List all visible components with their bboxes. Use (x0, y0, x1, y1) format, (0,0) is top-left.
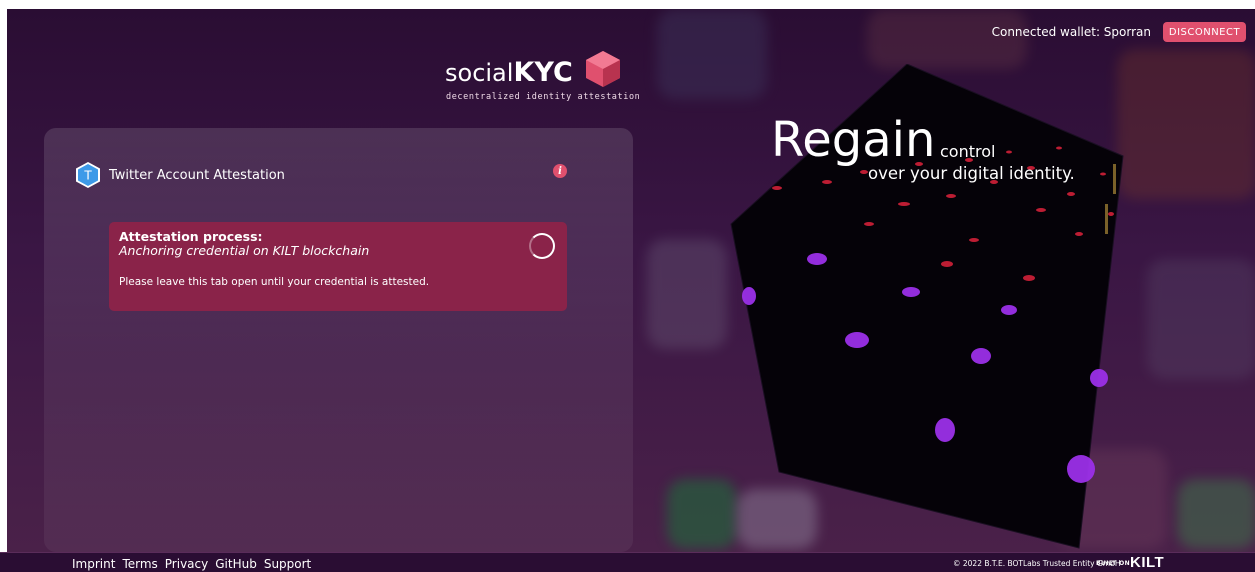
bg-blob (647, 239, 727, 349)
card-title: Twitter Account Attestation (109, 167, 285, 183)
hero-headline-small: control (940, 142, 996, 161)
svg-text:T: T (83, 169, 92, 183)
loading-spinner-icon (529, 233, 555, 259)
bg-blob (1177, 479, 1255, 549)
disconnect-button[interactable]: DISCONNECT (1163, 22, 1246, 42)
built-on-label: BUILT ON (1096, 560, 1131, 567)
footer-link-github[interactable]: GitHub (215, 557, 257, 571)
hero-subline: over your digital identity. (868, 164, 1075, 183)
footer-link-support[interactable]: Support (264, 557, 311, 571)
footer-link-imprint[interactable]: Imprint (72, 557, 115, 571)
process-heading: Attestation process: (119, 229, 263, 244)
footer-links: Imprint Terms Privacy GitHub Support (72, 557, 311, 571)
process-note: Please leave this tab open until your cr… (119, 276, 430, 288)
footer: Imprint Terms Privacy GitHub Support © 2… (0, 552, 1255, 572)
socialkyc-logo[interactable]: socialKYC decentralized identity attesta… (445, 49, 640, 105)
bg-blob (1147, 259, 1255, 379)
logo-tagline: decentralized identity attestation (446, 92, 641, 102)
bg-blob (867, 9, 1027, 69)
footer-link-privacy[interactable]: Privacy (165, 557, 208, 571)
cube-logo-icon (586, 51, 620, 87)
footer-link-terms[interactable]: Terms (122, 557, 157, 571)
card-header: T Twitter Account Attestation (74, 161, 285, 189)
info-icon[interactable]: i (553, 164, 567, 178)
page-background: socialKYC decentralized identity attesta… (7, 9, 1255, 552)
connected-wallet-label: Connected wallet: Sporran (991, 25, 1151, 39)
logo-wordmark: socialKYC (445, 57, 573, 88)
process-status: Anchoring credential on KILT blockchain (119, 243, 370, 258)
hero-headline: Regain (771, 112, 936, 168)
kilt-logo[interactable]: KILT (1130, 554, 1164, 571)
attestation-card: T Twitter Account Attestation i Attestat… (44, 128, 633, 552)
twitter-icon: T (76, 162, 100, 188)
attestation-process-panel: Attestation process: Anchoring credentia… (109, 222, 567, 311)
